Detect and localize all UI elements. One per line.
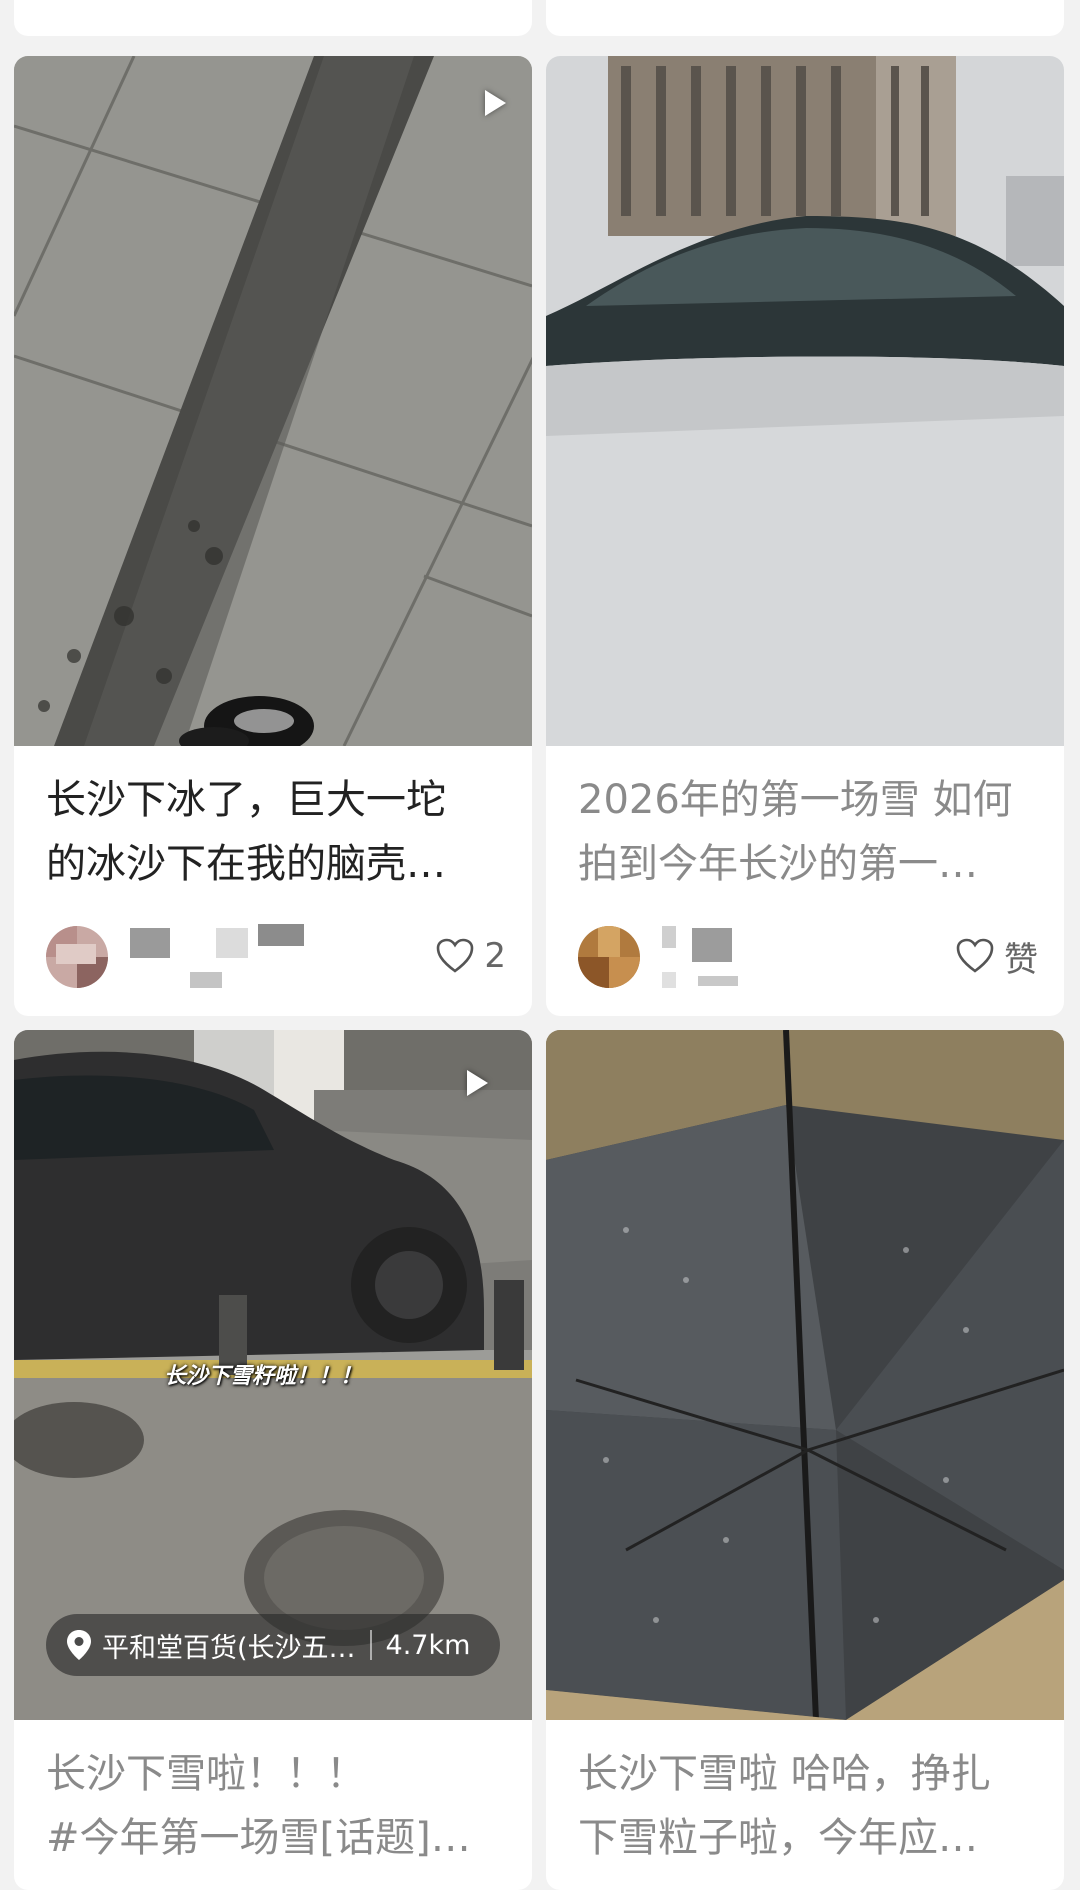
post-cover-image[interactable]	[546, 1030, 1064, 1720]
like-button[interactable]: 赞	[956, 934, 1038, 980]
post-title-line-2[interactable]: #今年第一场雪[话题]…	[46, 1806, 504, 1870]
feed-card-stub-left	[14, 0, 532, 36]
post-title-line-2[interactable]: 拍到今年长沙的第一…	[578, 832, 1036, 896]
feed-card[interactable]: 长沙下雪籽啦！！！ 平和堂百货(长沙五… 4.7km 长沙下雪啦！！！ #今年第…	[14, 1030, 532, 1890]
like-count: 2	[484, 936, 506, 976]
video-overlay-caption: 长沙下雪籽啦！！！	[164, 1364, 363, 1389]
post-cover-image[interactable]	[14, 56, 532, 746]
post-title-line-1[interactable]: 长沙下雪啦 哈哈，挣扎	[578, 1742, 1036, 1806]
post-title-line-2[interactable]: 的冰沙下在我的脑壳…	[46, 832, 504, 896]
post-title-line-1[interactable]: 长沙下雪啦！！！	[46, 1742, 504, 1806]
play-icon	[485, 90, 506, 116]
location-name: 平和堂百货(长沙五…	[102, 1632, 356, 1664]
post-meta: 2	[46, 920, 506, 996]
feed-card[interactable]: 长沙下雪啦 哈哈，挣扎 下雪粒子啦，今年应…	[546, 1030, 1064, 1890]
post-meta: 赞	[578, 920, 1038, 996]
location-tag[interactable]: 平和堂百货(长沙五… 4.7km	[46, 1614, 500, 1676]
heart-outline-icon	[437, 938, 474, 973]
play-icon	[467, 1070, 488, 1096]
heart-outline-icon	[956, 938, 994, 973]
location-pin-icon	[66, 1629, 92, 1661]
author-name-blurred[interactable]	[662, 922, 862, 994]
like-button[interactable]: 2	[436, 934, 506, 978]
post-title-line-1[interactable]: 长沙下冰了，巨大一坨	[46, 768, 504, 832]
post-cover-image[interactable]: 长沙下雪籽啦！！！ 平和堂百货(长沙五… 4.7km	[14, 1030, 532, 1720]
location-distance: 4.7km	[385, 1629, 471, 1661]
like-label: 赞	[1004, 939, 1038, 980]
feed-card[interactable]: 2026年的第一场雪 如何 拍到今年长沙的第一… 赞	[546, 56, 1064, 1016]
post-title-line-2[interactable]: 下雪粒子啦，今年应…	[578, 1806, 1036, 1870]
post-title-line-1[interactable]: 2026年的第一场雪 如何	[578, 768, 1036, 832]
avatar[interactable]	[46, 926, 108, 988]
post-cover-image[interactable]	[546, 56, 1064, 746]
author-name-blurred[interactable]	[130, 922, 330, 994]
divider	[369, 1630, 372, 1660]
feed-card[interactable]: 长沙下冰了，巨大一坨 的冰沙下在我的脑壳… 2	[14, 56, 532, 1016]
avatar[interactable]	[578, 926, 640, 988]
feed-card-stub-right	[546, 0, 1064, 36]
